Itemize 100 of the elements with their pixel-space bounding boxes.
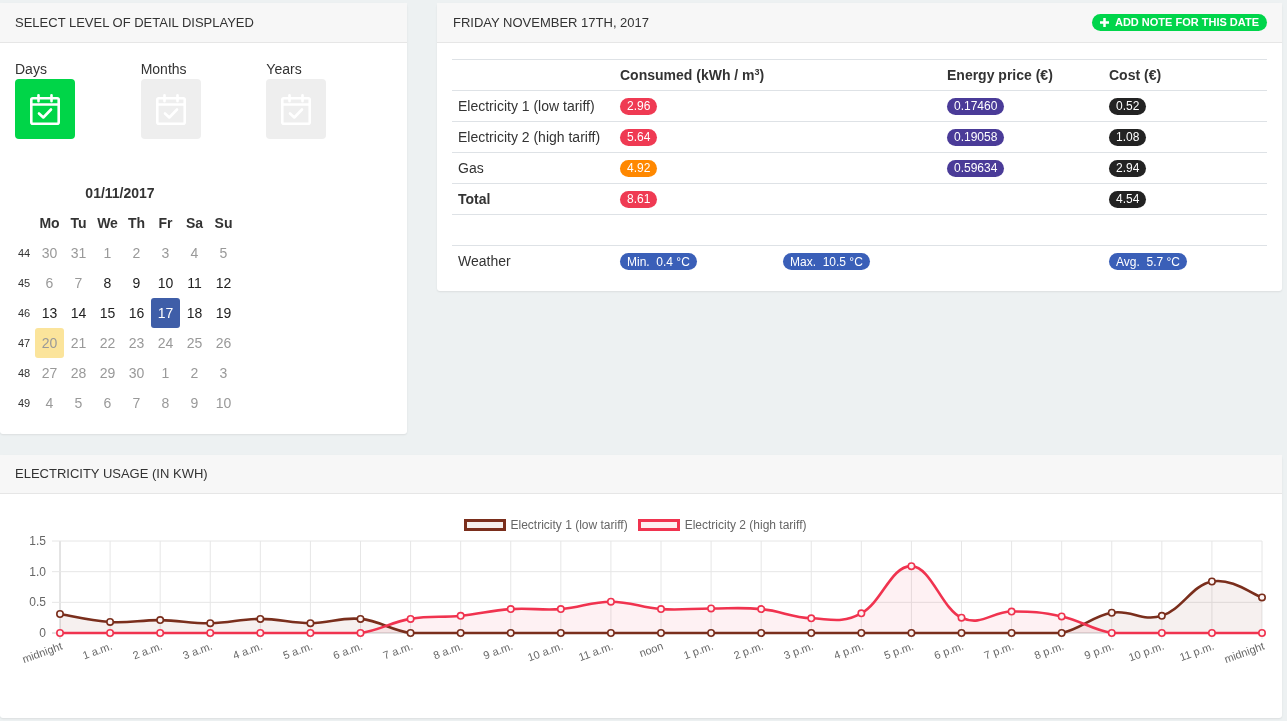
legend-label: Electricity 2 (high tariff)	[684, 517, 807, 534]
weekday-header: We	[97, 213, 118, 233]
calendar-day[interactable]: 12	[209, 268, 238, 298]
data-point	[456, 629, 465, 637]
add-note-button[interactable]: ADD NOTE FOR THIS DATE	[1092, 14, 1267, 31]
data-point	[757, 629, 766, 637]
axis-tick-label: noon	[637, 639, 665, 660]
axis-tick-label: 5 p.m.	[882, 639, 916, 662]
data-point	[56, 610, 64, 618]
level-label: Years	[266, 61, 302, 77]
cost-badge: 1.08	[1109, 128, 1147, 146]
row-label: Electricity 1 (low tariff)	[458, 96, 595, 116]
temperature-badge: Avg. 5.7 °C	[1109, 253, 1187, 270]
week-number: 47	[18, 335, 31, 351]
data-point	[1007, 607, 1016, 616]
column-header: Energy price (€)	[947, 65, 1053, 85]
data-point	[1207, 629, 1216, 637]
data-point	[506, 605, 515, 614]
axis-tick-label: 0	[39, 626, 46, 640]
axis-tick-label: 9 p.m.	[1082, 639, 1116, 662]
axis-tick-label: 4 p.m.	[832, 639, 865, 662]
data-point	[356, 629, 365, 637]
legend-label: Electricity 1 (low tariff)	[510, 517, 628, 534]
data-point	[1258, 629, 1266, 637]
panel-title: FRIDAY NOVEMBER 17TH, 2017	[453, 13, 650, 32]
row-label: Total	[458, 189, 491, 209]
calendar-day[interactable]: 8	[93, 268, 122, 298]
column-header: Consumed (kWh / m$^{3}$)	[620, 65, 765, 85]
calendar-check-icon	[30, 93, 60, 125]
weekday-header: Th	[127, 213, 146, 233]
data-point	[1207, 577, 1216, 586]
calendar-month-title: 01/11/2017	[85, 183, 155, 203]
calendar-day[interactable]: 19	[209, 298, 238, 328]
weekday-header: Mo	[39, 213, 60, 233]
data-point	[606, 597, 615, 606]
temperature-badge: Max. 10.5 °C	[783, 253, 870, 270]
cost-badge: 0.52	[1109, 97, 1147, 115]
data-point	[1057, 612, 1066, 621]
data-point	[1007, 629, 1016, 637]
data-point	[456, 611, 465, 620]
data-point	[356, 614, 365, 623]
data-point	[206, 619, 215, 628]
axis-tick-label: 10 a.m.	[525, 639, 565, 664]
data-point	[857, 609, 866, 618]
axis-tick-label: 4 a.m.	[231, 639, 264, 662]
calendar-day[interactable]: 11	[180, 268, 209, 298]
data-point	[707, 629, 716, 637]
axis-tick-label: 11 p.m.	[1177, 639, 1216, 664]
calendar-day[interactable]: 18	[180, 298, 209, 328]
data-point	[657, 629, 665, 637]
row-label: Weather	[458, 252, 511, 271]
calendar-day[interactable]: 10	[151, 268, 180, 298]
data-point	[807, 629, 816, 637]
data-point	[506, 629, 515, 637]
data-point	[406, 614, 415, 623]
consumption-badge: 5.64	[620, 128, 658, 146]
data-point	[757, 605, 766, 614]
calendar-day[interactable]: 9	[122, 268, 151, 298]
level-label: Days	[15, 61, 47, 77]
data-point	[256, 629, 265, 637]
data-point	[957, 613, 966, 622]
level-tile[interactable]	[15, 79, 75, 139]
axis-tick-label: 1.0	[29, 564, 46, 579]
calendar-day[interactable]: 13	[35, 298, 64, 328]
axis-tick-label: 6 a.m.	[331, 639, 365, 662]
calendar-day[interactable]: 15	[93, 298, 122, 328]
data-point	[1258, 593, 1266, 602]
data-point	[907, 629, 916, 637]
price-badge: 0.17460	[947, 97, 1005, 115]
data-point	[156, 616, 165, 625]
data-point	[256, 614, 265, 623]
week-number: 44	[18, 245, 31, 261]
calendar-day[interactable]: 16	[122, 298, 151, 328]
calendar-day[interactable]: 17	[151, 298, 180, 328]
calendar-day[interactable]: 14	[64, 298, 93, 328]
week-number: 49	[18, 395, 31, 411]
axis-tick-label: 5 a.m.	[281, 639, 315, 662]
data-point	[156, 629, 165, 637]
price-badge: 0.19058	[947, 128, 1005, 146]
weekday-header: Fr	[158, 213, 173, 233]
data-point	[106, 617, 115, 626]
week-number: 48	[18, 365, 31, 381]
data-point	[957, 629, 966, 637]
week-number: 45	[18, 275, 31, 291]
panel-title: SELECT LEVEL OF DETAIL DISPLAYED	[15, 13, 254, 32]
data-point	[657, 605, 665, 614]
row-label: Gas	[458, 158, 484, 178]
row-label: Electricity 2 (high tariff)	[458, 127, 601, 147]
week-number: 46	[18, 305, 31, 321]
data-point	[857, 629, 866, 637]
weekday-header: Sa	[185, 213, 204, 233]
weekday-header: Su	[214, 213, 233, 233]
data-point	[807, 614, 816, 623]
data-point	[556, 629, 565, 637]
data-point	[106, 629, 115, 637]
temperature-badge: Min. 0.4 °C	[620, 253, 697, 270]
level-label: Months	[140, 61, 187, 77]
axis-tick-label: 8 a.m.	[431, 639, 465, 662]
data-point	[1107, 629, 1116, 637]
axis-tick-label: 3 a.m.	[181, 639, 214, 662]
